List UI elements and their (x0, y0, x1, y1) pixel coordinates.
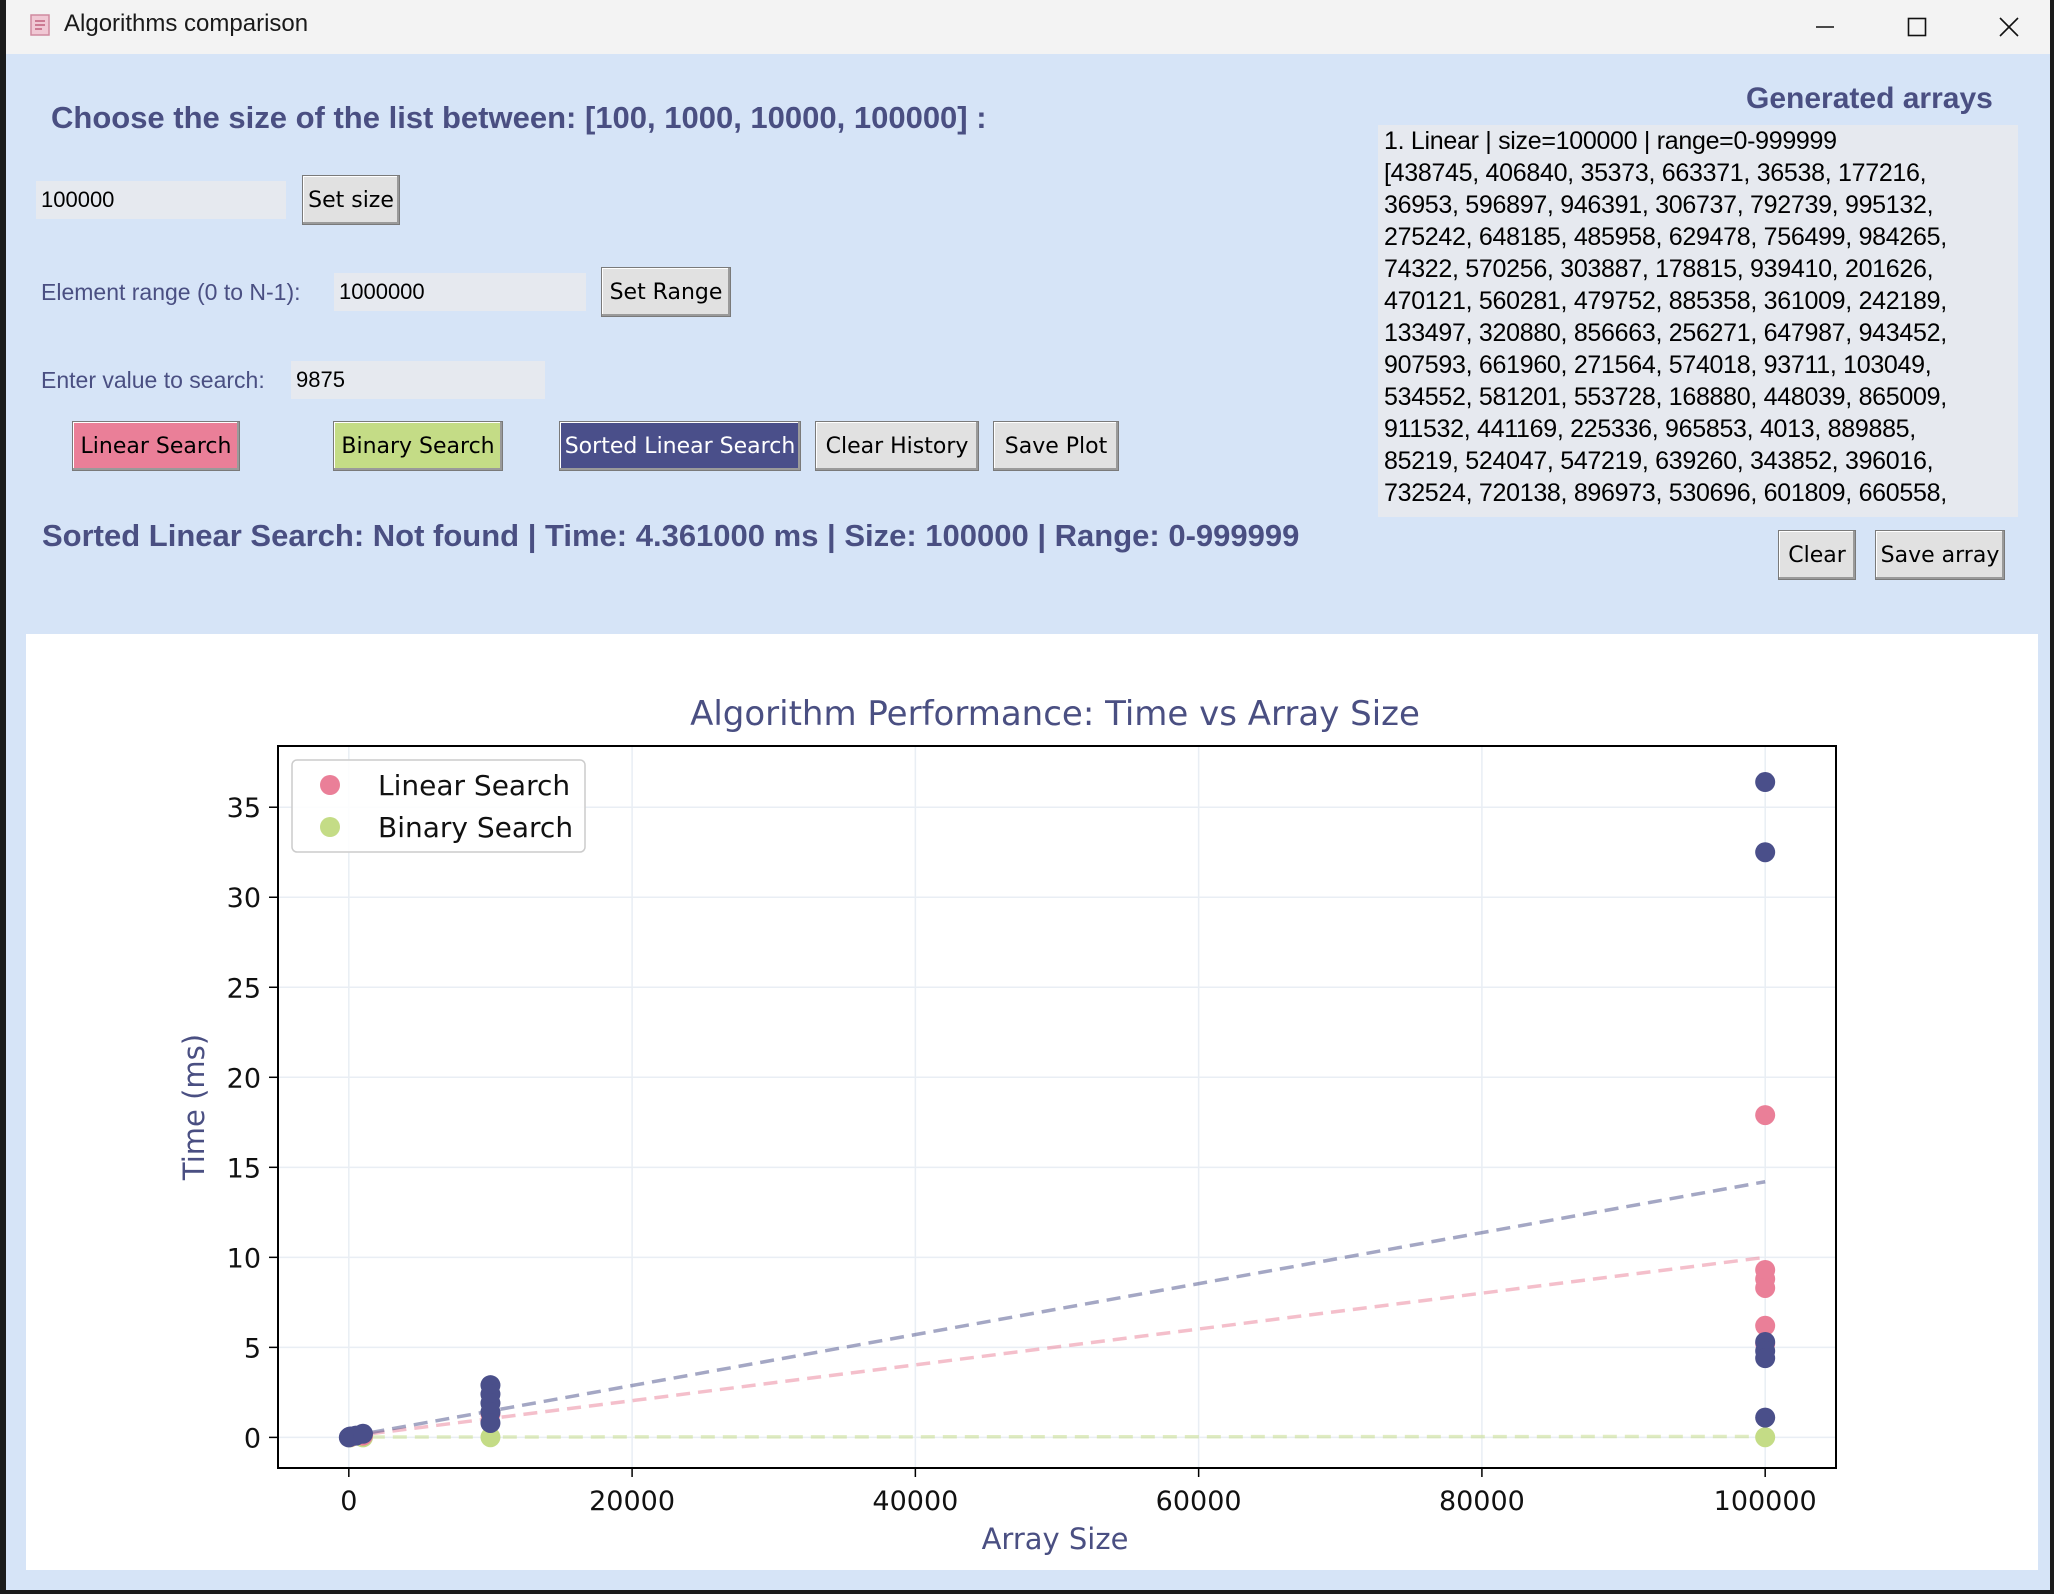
legend-label-binary: Binary Search (378, 811, 573, 844)
grid-layer (278, 746, 1836, 1468)
title-bar: Algorithms comparison (6, 0, 2050, 54)
legend-label-linear: Linear Search (378, 769, 570, 802)
trend-line (348, 1179, 1766, 1439)
x-tick-label: 100000 (1714, 1486, 1817, 1517)
save-plot-button[interactable]: Save Plot (993, 421, 1119, 471)
x-tick-label: 60000 (1156, 1486, 1242, 1517)
array-line: 275242, 648185, 485958, 629478, 756499, … (1384, 223, 1947, 251)
x-tick-label: 20000 (589, 1486, 675, 1517)
y-axis-label: Time (ms) (177, 1034, 211, 1181)
tick-layer: 0 20000 40000 60000 80000 100000 0 5 10 15 20 25 30 3… (227, 793, 1817, 1517)
set-size-button[interactable]: Set size (302, 175, 400, 225)
size-input[interactable] (36, 181, 286, 219)
clear-history-button[interactable]: Clear History (815, 421, 979, 471)
y-tick-label: 30 (227, 883, 261, 914)
array-line: 911532, 441169, 225336, 965853, 4013, 88… (1384, 415, 1916, 443)
window-title: Algorithms comparison (64, 10, 309, 37)
set-range-button[interactable]: Set Range (601, 267, 731, 317)
app-icon (30, 14, 50, 36)
array-line: 732524, 720138, 896973, 530696, 601809, … (1384, 479, 1947, 507)
chart-title: Algorithm Performance: Time vs Array Siz… (690, 694, 1420, 734)
plot-frame (277, 745, 1837, 1469)
generated-arrays-text[interactable]: 1. Linear | size=100000 | range=0-999999… (1378, 125, 2018, 517)
data-point (480, 1412, 501, 1433)
plot-canvas: Algorithm Performance: Time vs Array Siz… (26, 634, 2038, 1570)
chart-legend: Linear Search Binary Search (291, 759, 586, 853)
array-line: 907593, 661960, 271564, 574018, 93711, 1… (1384, 351, 1932, 379)
minimize-icon (1816, 26, 1834, 28)
array-line: 534552, 581201, 553728, 168880, 448039, … (1384, 383, 1947, 411)
y-tick-label: 35 (227, 793, 261, 824)
x-tick-label: 0 (340, 1486, 357, 1517)
generated-arrays-title: Generated arrays (1746, 82, 1993, 115)
minimize-button[interactable] (1782, 0, 1868, 54)
data-point (1755, 842, 1776, 863)
array-line: [438745, 406840, 35373, 663371, 36538, 1… (1384, 159, 1927, 187)
save-array-button[interactable]: Save array (1875, 530, 2005, 580)
data-point (1755, 1348, 1776, 1369)
y-tick-label: 5 (244, 1333, 261, 1364)
close-button[interactable] (1966, 0, 2052, 54)
y-tick-label: 0 (244, 1423, 261, 1454)
x-tick-label: 40000 (872, 1486, 958, 1517)
data-point (1755, 772, 1776, 793)
data-point (1755, 1407, 1776, 1428)
trend-layer (348, 1179, 1766, 1439)
legend-marker-binary (320, 817, 340, 837)
x-axis-label: Array Size (982, 1522, 1129, 1556)
search-input[interactable] (291, 361, 545, 399)
performance-chart: Algorithm Performance: Time vs Array Siz… (177, 694, 1837, 1556)
x-tick-label: 80000 (1439, 1486, 1525, 1517)
search-status: Sorted Linear Search: Not found | Time: … (42, 518, 1300, 553)
array-line: 470121, 560281, 479752, 885358, 361009, … (1384, 287, 1947, 315)
y-tick-label: 25 (227, 973, 261, 1004)
data-point (1755, 1105, 1776, 1126)
maximize-button[interactable] (1874, 0, 1960, 54)
linear-search-button[interactable]: Linear Search (72, 421, 240, 471)
array-line: 85219, 524047, 547219, 639260, 343852, 3… (1384, 447, 1934, 475)
data-point (352, 1423, 373, 1444)
sorted-linear-search-button[interactable]: Sorted Linear Search (559, 421, 801, 471)
clear-array-button[interactable]: Clear (1778, 530, 1856, 580)
maximize-icon (1907, 17, 1927, 37)
range-label: Element range (0 to N-1): (41, 279, 301, 305)
size-prompt-heading: Choose the size of the list between: [10… (51, 100, 987, 135)
data-point (1755, 1277, 1776, 1298)
array-line: 74322, 570256, 303887, 178815, 939410, 2… (1384, 255, 1934, 283)
data-point (1755, 1427, 1776, 1448)
legend-marker-linear (320, 775, 340, 795)
array-line: 36953, 596897, 946391, 306737, 792739, 9… (1384, 191, 1934, 219)
close-icon (1999, 17, 2019, 37)
array-line: 133497, 320880, 856663, 256271, 647987, … (1384, 319, 1947, 347)
search-label: Enter value to search: (41, 367, 265, 393)
y-tick-label: 20 (227, 1063, 261, 1094)
range-input[interactable] (334, 273, 586, 311)
app-window: Algorithms comparison Choose the size of… (6, 0, 2050, 1590)
binary-search-button[interactable]: Binary Search (333, 421, 503, 471)
array-line: 1. Linear | size=100000 | range=0-999999 (1384, 127, 1837, 155)
y-tick-label: 15 (227, 1153, 261, 1184)
y-tick-label: 10 (227, 1243, 261, 1274)
